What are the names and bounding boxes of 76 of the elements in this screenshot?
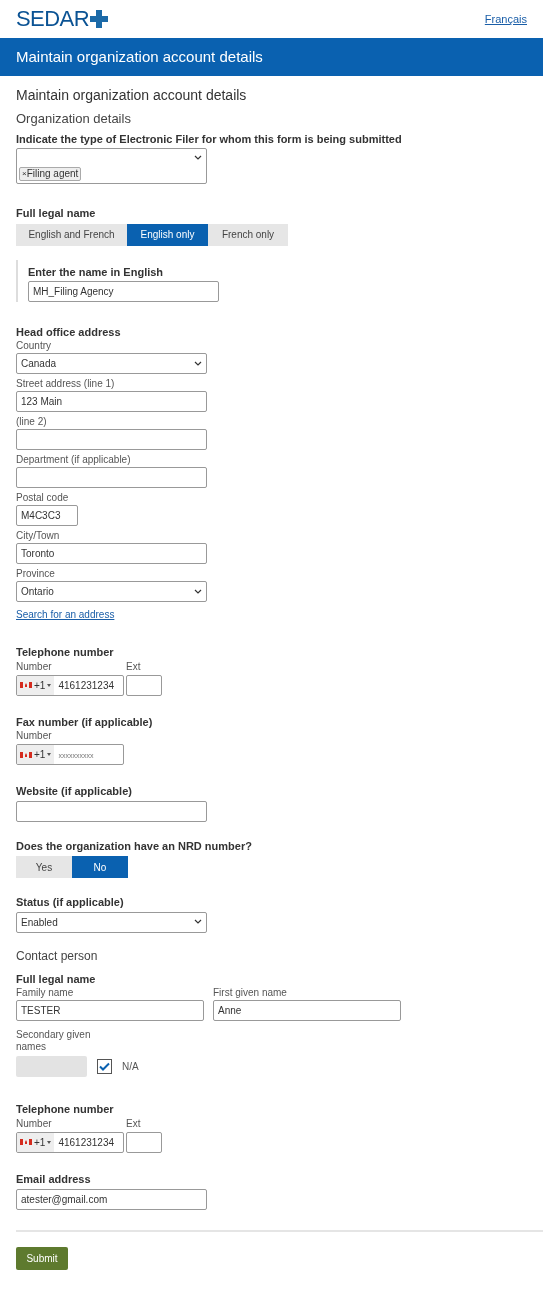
country-code-dropdown[interactable]: +1	[17, 745, 55, 764]
field-label: Full legal name	[16, 971, 97, 987]
section-title: Organization details	[16, 110, 132, 128]
submit-button[interactable]: Submit	[16, 1247, 68, 1270]
field-label: Postal code	[16, 492, 70, 504]
input-field[interactable]: atester@gmail.com	[16, 1189, 207, 1210]
country-code-dropdown[interactable]: +1	[17, 1132, 55, 1152]
flag-icon	[20, 751, 32, 758]
input-field[interactable]	[126, 674, 162, 696]
select-field[interactable]: Ontario	[16, 581, 207, 602]
input-field[interactable]: M4C3C3	[16, 505, 78, 526]
caret-icon	[47, 683, 52, 687]
checkbox-label: N/A	[122, 1060, 139, 1074]
field-label: Indicate the type of Electronic Filer for whom this form is being submitted	[16, 131, 403, 147]
section-title: Contact person	[16, 947, 99, 965]
multi-select-field[interactable]: ×Filing agent	[16, 148, 207, 184]
select-field[interactable]: Canada	[16, 353, 207, 374]
field-label: Telephone number	[16, 1102, 115, 1117]
select-field[interactable]: Enabled	[16, 911, 207, 933]
field-label: Family name	[16, 987, 75, 999]
input-field[interactable]: Anne	[213, 1000, 401, 1021]
field-label: Number	[16, 1117, 53, 1130]
flag-icon	[20, 682, 32, 688]
flag-icon	[20, 1139, 32, 1145]
field-label: Website (if applicable)	[16, 784, 133, 799]
country-code-dropdown[interactable]: +1	[17, 675, 55, 695]
page-title: Maintain organization account details	[16, 86, 248, 105]
input-field[interactable]	[16, 800, 207, 822]
field-label: Province	[16, 568, 56, 580]
field-label: Email address	[16, 1171, 92, 1187]
phone-field[interactable]: +1 4161231234	[16, 1131, 124, 1153]
language-link[interactable]: Français	[484, 10, 527, 28]
input-field[interactable]: TESTER	[16, 1000, 204, 1021]
input-field[interactable]: 123 Main	[16, 391, 207, 412]
field-label: City/Town	[16, 530, 61, 542]
field-label: First given name	[213, 987, 288, 999]
chevron-icon	[194, 588, 202, 595]
cross-icon	[89, 9, 110, 29]
tag-label: Filing agent	[26, 168, 79, 180]
toggle-option[interactable]: French only	[208, 223, 288, 246]
field-label: Enter the name in English	[28, 264, 165, 280]
field-label: Full legal name	[16, 206, 97, 221]
checkbox[interactable]	[97, 1059, 112, 1074]
toggle-option[interactable]: Yes	[16, 856, 72, 878]
input-field[interactable]	[16, 429, 207, 450]
chevron-icon	[194, 155, 202, 161]
banner-title: Maintain organization account details	[16, 46, 263, 67]
toggle-option[interactable]: English and French	[16, 223, 127, 246]
field-label: (line 2)	[16, 416, 48, 428]
input-field[interactable]	[16, 467, 207, 488]
phone-field[interactable]: +1 4161231234	[16, 674, 124, 696]
field-label: Secondary given names	[16, 1029, 91, 1053]
input-field[interactable]: Toronto	[16, 543, 207, 564]
field-label: Street address (line 1)	[16, 378, 116, 390]
chevron-icon	[194, 919, 202, 925]
field-label: Country	[16, 340, 52, 352]
toggle-option[interactable]: No	[72, 856, 128, 878]
field-label: Ext	[126, 1117, 141, 1130]
field-label: Telephone number	[16, 645, 115, 660]
field-label: Number	[16, 730, 53, 742]
toggle-option[interactable]: English only	[127, 223, 208, 246]
field-label: Number	[16, 660, 53, 673]
field-label: Ext	[126, 660, 141, 673]
field-label: Department (if applicable)	[16, 454, 132, 466]
field-label: Does the organization have an NRD number?	[16, 838, 253, 854]
logo-text: SEDAR	[16, 8, 90, 30]
caret-icon	[47, 753, 52, 756]
field-label: Status (if applicable)	[16, 895, 125, 910]
field-label: Fax number (if applicable)	[16, 714, 154, 730]
chevron-icon	[194, 360, 202, 367]
input-field[interactable]: MH_Filing Agency	[28, 281, 219, 302]
remove-tag-button[interactable]: ×	[22, 168, 27, 180]
input-field[interactable]	[126, 1131, 162, 1153]
field-label: Head office address	[16, 324, 122, 340]
search-address-link[interactable]: Search for an address	[16, 607, 115, 622]
caret-icon	[47, 1140, 52, 1144]
